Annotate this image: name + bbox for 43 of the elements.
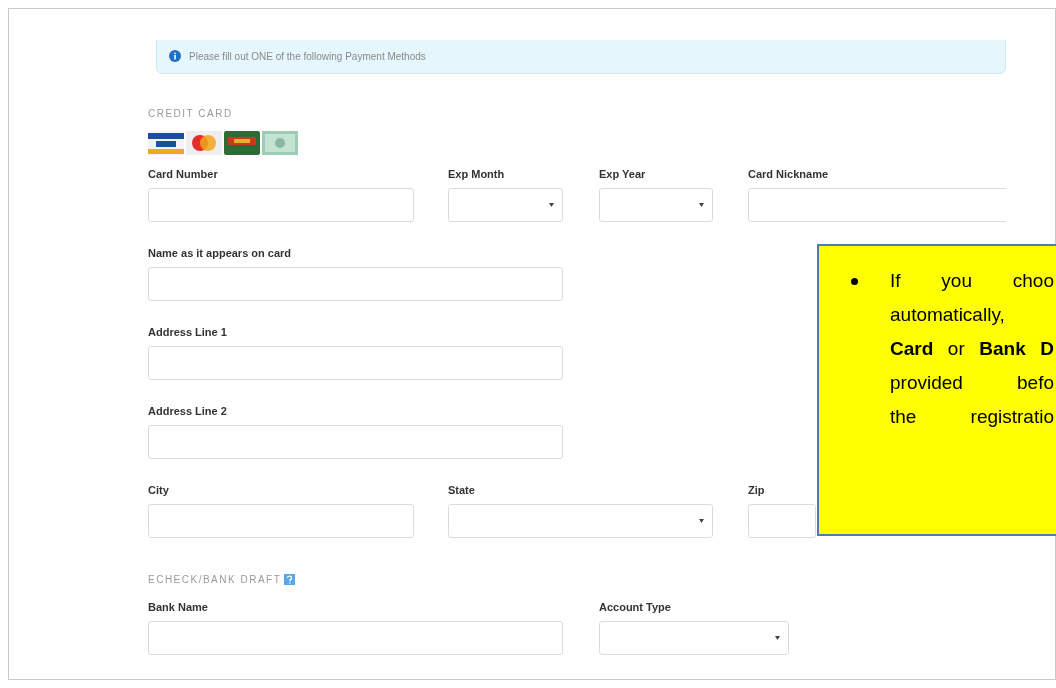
field-label: City: [148, 484, 170, 497]
select-field[interactable]: [448, 504, 713, 538]
field-label: Bank Name: [148, 601, 209, 614]
callout-text: Card or Bank D: [890, 336, 1054, 361]
input-field[interactable]: [748, 504, 816, 538]
section-heading: CREDIT CARD: [148, 107, 234, 121]
input-field[interactable]: [148, 425, 563, 459]
caret-icon: [699, 519, 704, 523]
notice-text: Please fill out ONE of the following Payment Methods: [189, 49, 426, 64]
field-label: Zip: [748, 484, 766, 497]
caret-icon: [699, 203, 704, 207]
input-field[interactable]: [148, 621, 563, 655]
callout-text: automatically,: [890, 302, 1006, 327]
field-label: Name as it appears on card: [148, 247, 293, 260]
field-label: State: [448, 484, 476, 497]
input-field[interactable]: [148, 346, 563, 380]
help-icon[interactable]: [284, 574, 296, 585]
field-label: Card Number: [148, 168, 219, 181]
select-field[interactable]: [599, 621, 789, 655]
bullet-icon: [851, 277, 858, 285]
select-field[interactable]: [599, 188, 713, 222]
info-icon: [169, 50, 181, 62]
caret-icon: [775, 636, 780, 640]
field-label: Account Type: [599, 601, 672, 614]
field-label: Exp Year: [599, 168, 647, 181]
field-label: Exp Month: [448, 168, 506, 181]
card-icon: [186, 131, 222, 155]
callout-text: If you choo: [890, 268, 1054, 293]
field-label: Card Nickname: [748, 168, 830, 181]
section-heading: ECHECK/BANK DRAFT: [148, 573, 282, 587]
card-icon: [262, 131, 298, 155]
callout-text: the registratio: [890, 404, 1054, 429]
caret-icon: [549, 203, 554, 207]
input-field[interactable]: [148, 504, 414, 538]
select-field[interactable]: [448, 188, 563, 222]
input-field[interactable]: [148, 267, 563, 301]
field-label: Address Line 2: [148, 405, 228, 418]
field-label: Address Line 1: [148, 326, 228, 339]
input-field[interactable]: [748, 188, 1006, 222]
card-icon: [148, 131, 184, 155]
card-icon: [224, 131, 260, 155]
input-field[interactable]: [148, 188, 414, 222]
callout-text: provided befo: [890, 370, 1054, 395]
